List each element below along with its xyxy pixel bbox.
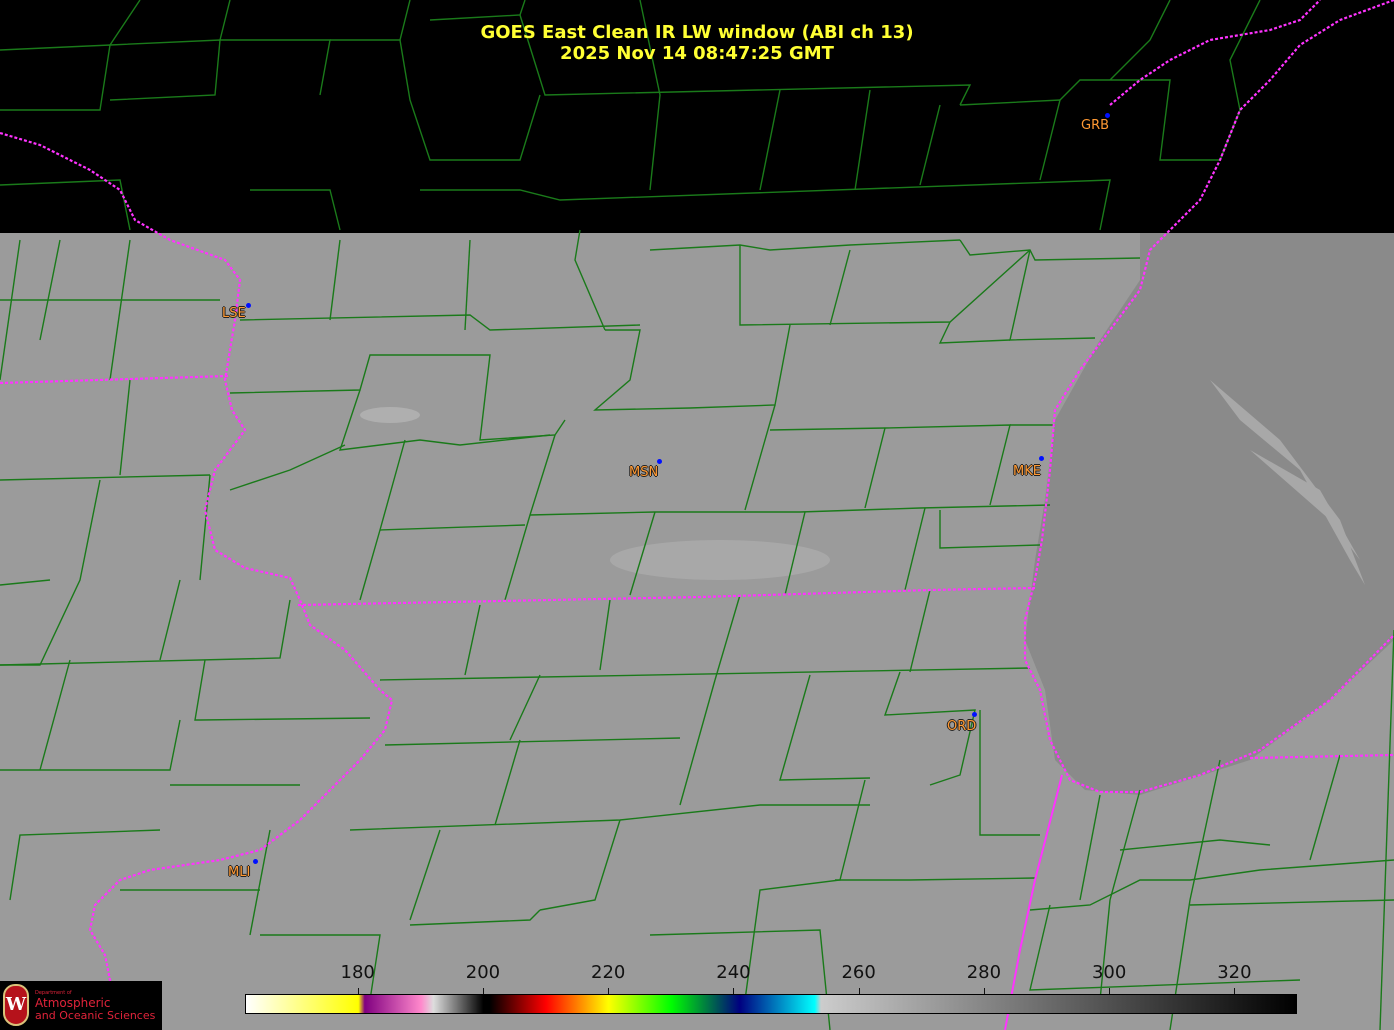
colorbar-tick-label: 180	[340, 962, 375, 983]
title-line-1: GOES East Clean IR LW window (ABI ch 13)	[480, 22, 914, 43]
colorbar	[245, 994, 1297, 1014]
station-marker-msn	[657, 459, 662, 464]
colorbar-tick-label: 320	[1217, 962, 1252, 983]
colorbar-tick-mark	[858, 988, 860, 994]
colorbar-tick-label: 260	[841, 962, 876, 983]
colorbar-tick-mark	[608, 988, 610, 994]
satellite-image-viewer: GOES East Clean IR LW window (ABI ch 13)…	[0, 0, 1394, 1030]
colorbar-tick-label: 240	[716, 962, 751, 983]
station-label-mli: MLI	[228, 865, 251, 880]
logo-line-1: Atmospheric	[35, 996, 111, 1010]
colorbar-tick-mark	[482, 988, 484, 994]
logo-line-2: and Oceanic Sciences	[35, 1009, 156, 1022]
title-line-2: 2025 Nov 14 08:47:25 GMT	[560, 43, 834, 64]
colorbar-tick-label: 300	[1091, 962, 1127, 983]
station-marker-ord	[972, 712, 977, 717]
colorbar-tick-label: 280	[966, 962, 1002, 983]
map-canvas	[0, 0, 1394, 1030]
station-marker-lse	[246, 303, 251, 308]
image-title: GOES East Clean IR LW window (ABI ch 13)…	[0, 22, 1394, 64]
colorbar-tick-label: 220	[591, 962, 626, 983]
colorbar-tick-mark	[1109, 988, 1111, 994]
colorbar-tick-mark	[733, 988, 735, 994]
station-marker-mli	[253, 859, 258, 864]
colorbar-tick-mark	[983, 988, 985, 994]
colorbar-tick-label: 200	[465, 962, 501, 983]
aos-logo: W Department of Atmospheric and Oceanic …	[0, 981, 162, 1030]
uw-crest-icon: W	[3, 984, 29, 1026]
station-marker-mke	[1039, 456, 1044, 461]
station-label-ord: ORD	[947, 719, 977, 734]
station-label-grb: GRB	[1081, 118, 1110, 133]
colorbar-tick-mark	[357, 988, 359, 994]
station-label-msn: MSN	[629, 465, 659, 480]
station-label-lse: LSE	[222, 306, 246, 321]
colorbar-tick-mark	[1234, 988, 1236, 994]
station-label-mke: MKE	[1013, 464, 1041, 479]
